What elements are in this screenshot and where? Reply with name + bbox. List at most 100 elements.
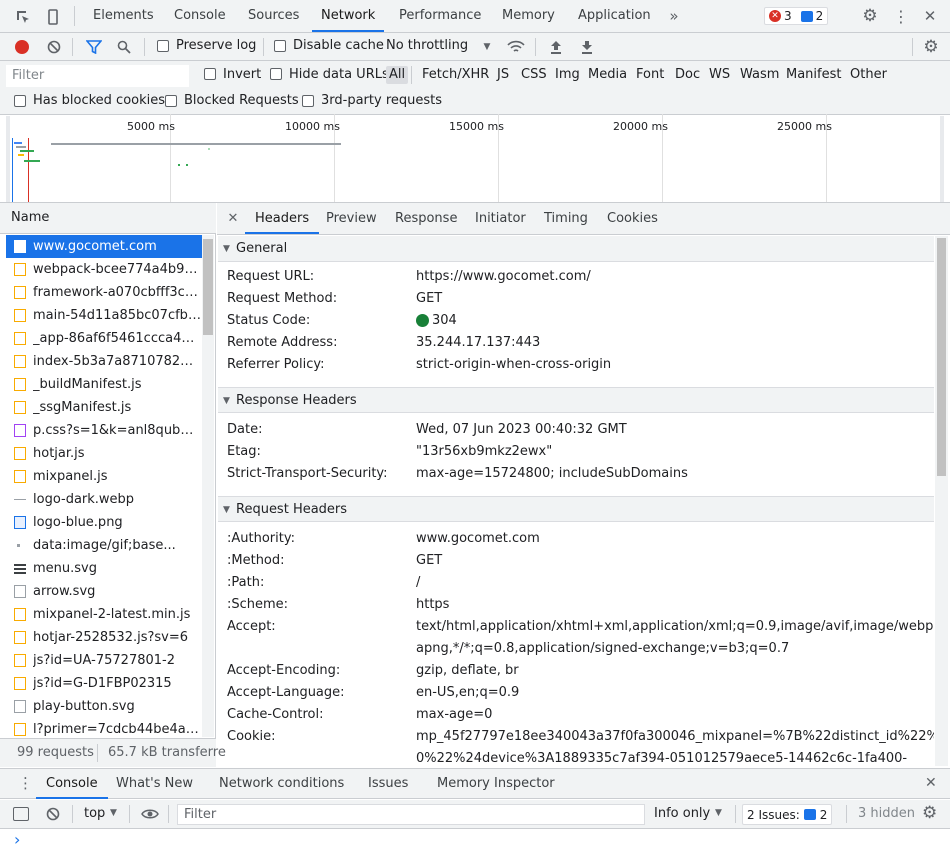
network-settings-icon[interactable]: ⚙ bbox=[920, 36, 942, 58]
tab-network[interactable]: Network bbox=[312, 0, 385, 32]
request-row[interactable]: _buildManifest.js bbox=[6, 373, 202, 396]
request-row[interactable]: arrow.svg bbox=[6, 580, 202, 603]
request-row[interactable]: data:image/gif;base... bbox=[6, 534, 202, 557]
console-settings-icon[interactable]: ⚙ bbox=[922, 803, 937, 823]
drawer-tab-issues[interactable]: Issues bbox=[368, 776, 408, 791]
request-row[interactable]: framework-a070cbfff3c750. bbox=[6, 281, 202, 304]
log-levels-select[interactable]: Info only bbox=[654, 806, 710, 821]
response-headers-section-header[interactable]: ▼ Response Headers bbox=[218, 387, 934, 413]
filter-type-doc[interactable]: Doc bbox=[672, 66, 703, 84]
tab-cookies[interactable]: Cookies bbox=[607, 203, 658, 234]
filter-funnel-icon[interactable] bbox=[85, 38, 103, 56]
request-row[interactable]: hotjar-2528532.js?sv=6 bbox=[6, 626, 202, 649]
third-party-checkbox[interactable] bbox=[302, 95, 314, 107]
device-toolbar-icon[interactable] bbox=[42, 6, 64, 28]
console-filter-input[interactable]: Filter bbox=[177, 804, 645, 825]
header-value[interactable]: strict-origin-when-cross-origin bbox=[416, 357, 611, 372]
drawer-tab-console[interactable]: Console bbox=[36, 769, 108, 799]
tab-memory[interactable]: Memory bbox=[502, 0, 555, 32]
header-value[interactable]: max-age=0 bbox=[416, 707, 492, 722]
filter-type-img[interactable]: Img bbox=[552, 66, 583, 84]
clear-icon[interactable] bbox=[45, 38, 63, 56]
header-value[interactable]: mp_45f27797e18ee340043a37f0fa300046_mixp… bbox=[416, 729, 934, 744]
tab-application[interactable]: Application bbox=[578, 0, 651, 32]
request-row[interactable]: main-54d11a85bc07cfbd.js bbox=[6, 304, 202, 327]
filter-type-wasm[interactable]: Wasm bbox=[737, 66, 782, 84]
tab-preview[interactable]: Preview bbox=[326, 203, 377, 234]
export-har-icon[interactable] bbox=[578, 38, 596, 56]
tab-console[interactable]: Console bbox=[174, 0, 226, 32]
filter-type-manifest[interactable]: Manifest bbox=[783, 66, 844, 84]
header-value[interactable]: gzip, deflate, br bbox=[416, 663, 519, 678]
status-code-value[interactable]: 304 bbox=[432, 313, 457, 328]
request-row[interactable]: _app-86af6f5461ccca42.js bbox=[6, 327, 202, 350]
filter-type-all[interactable]: All bbox=[386, 66, 409, 84]
filter-type-js[interactable]: JS bbox=[494, 66, 512, 84]
request-row[interactable]: logo-dark.webp bbox=[6, 488, 202, 511]
hide-data-urls-checkbox[interactable] bbox=[270, 68, 282, 80]
request-row[interactable]: mixpanel-2-latest.min.js bbox=[6, 603, 202, 626]
issues-button[interactable]: 2 Issues: 2 bbox=[742, 804, 833, 825]
header-value[interactable]: GET bbox=[416, 553, 442, 568]
filter-type-other[interactable]: Other bbox=[847, 66, 890, 84]
errors-badge[interactable]: ✕ 3 2 bbox=[764, 7, 829, 25]
request-row[interactable]: www.gocomet.com bbox=[6, 235, 202, 258]
clear-console-icon[interactable] bbox=[46, 807, 60, 825]
request-row[interactable]: p.css?s=1&k=anl8qub&ht=t... bbox=[6, 419, 202, 442]
tab-performance[interactable]: Performance bbox=[399, 0, 481, 32]
header-value[interactable]: text/html,application/xhtml+xml,applicat… bbox=[416, 619, 934, 634]
timeline-resize-handle[interactable] bbox=[940, 116, 944, 202]
close-detail-icon[interactable]: ✕ bbox=[224, 209, 242, 227]
header-value[interactable]: en-US,en;q=0.9 bbox=[416, 685, 519, 700]
context-select[interactable]: top bbox=[84, 806, 105, 821]
drawer-tab-network-conditions[interactable]: Network conditions bbox=[219, 776, 344, 791]
tab-response[interactable]: Response bbox=[395, 203, 457, 234]
filter-type-ws[interactable]: WS bbox=[706, 66, 733, 84]
filter-type-font[interactable]: Font bbox=[633, 66, 667, 84]
drawer-tab-memory-inspector[interactable]: Memory Inspector bbox=[437, 776, 555, 791]
header-value[interactable]: / bbox=[416, 575, 420, 590]
console-input-area[interactable]: › bbox=[0, 830, 950, 867]
chevrons-right-icon[interactable]: » bbox=[664, 6, 684, 26]
header-value[interactable]: Wed, 07 Jun 2023 00:40:32 GMT bbox=[416, 422, 627, 437]
disable-cache-checkbox[interactable] bbox=[274, 40, 286, 52]
request-row[interactable]: index-5b3a7a8710782bcf.js bbox=[6, 350, 202, 373]
import-har-icon[interactable] bbox=[547, 38, 565, 56]
general-section-header[interactable]: ▼ General bbox=[218, 236, 934, 262]
request-row[interactable]: mixpanel.js bbox=[6, 465, 202, 488]
request-list-header[interactable]: Name bbox=[0, 203, 216, 234]
filter-type-css[interactable]: CSS bbox=[518, 66, 550, 84]
detail-scrollbar[interactable] bbox=[935, 236, 948, 766]
header-value[interactable]: https bbox=[416, 597, 449, 612]
has-blocked-cookies-checkbox[interactable] bbox=[14, 95, 26, 107]
throttling-select[interactable]: No throttling bbox=[386, 38, 468, 53]
settings-gear-icon[interactable]: ⚙ bbox=[859, 5, 881, 27]
timeline-resize-handle[interactable] bbox=[6, 116, 10, 202]
record-icon[interactable] bbox=[14, 39, 30, 55]
header-value[interactable]: max-age=15724800; includeSubDomains bbox=[416, 466, 688, 481]
blocked-requests-checkbox[interactable] bbox=[165, 95, 177, 107]
filter-type-media[interactable]: Media bbox=[585, 66, 630, 84]
tab-sources[interactable]: Sources bbox=[248, 0, 299, 32]
header-value-continued[interactable]: apng,*/*;q=0.8,application/signed-exchan… bbox=[416, 641, 789, 656]
tab-initiator[interactable]: Initiator bbox=[475, 203, 526, 234]
filter-input[interactable]: Filter bbox=[6, 65, 189, 87]
drawer-menu-icon[interactable]: ⋮ bbox=[18, 774, 33, 792]
tab-headers[interactable]: Headers bbox=[245, 203, 320, 234]
request-list-scrollbar[interactable] bbox=[202, 235, 214, 737]
sidebar-toggle-icon[interactable] bbox=[13, 807, 29, 821]
header-value-continued[interactable]: 0%22%24device%3A1889335c7af394-051012579… bbox=[416, 751, 907, 767]
preserve-log-checkbox[interactable] bbox=[157, 40, 169, 52]
network-conditions-icon[interactable] bbox=[506, 38, 526, 56]
close-devtools-icon[interactable]: ✕ bbox=[920, 5, 940, 27]
request-row[interactable]: logo-blue.png bbox=[6, 511, 202, 534]
request-row[interactable]: js?id=UA-75727801-2 bbox=[6, 649, 202, 672]
invert-checkbox[interactable] bbox=[204, 68, 216, 80]
request-row[interactable]: play-button.svg bbox=[6, 695, 202, 718]
filter-type-fetch-xhr[interactable]: Fetch/XHR bbox=[419, 66, 492, 84]
request-headers-section-header[interactable]: ▼ Request Headers bbox=[218, 496, 934, 522]
request-row[interactable]: hotjar.js bbox=[6, 442, 202, 465]
header-value[interactable]: www.gocomet.com bbox=[416, 531, 540, 546]
drawer-tab-whats-new[interactable]: What's New bbox=[116, 776, 193, 791]
header-value[interactable]: https://www.gocomet.com/ bbox=[416, 269, 591, 284]
